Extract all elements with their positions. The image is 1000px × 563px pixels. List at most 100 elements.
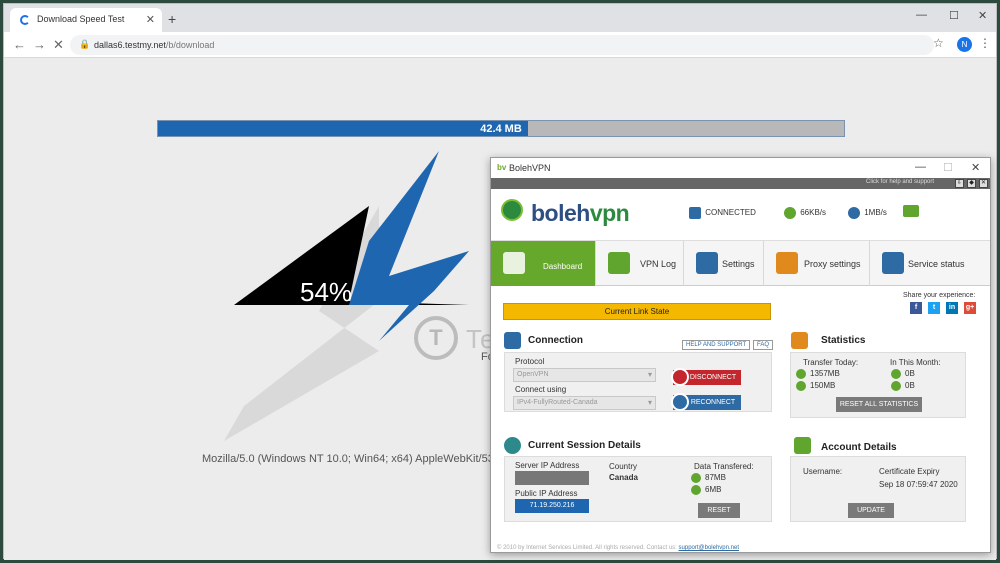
share-label: Share your experience: — [903, 292, 976, 299]
bolehvpn-logo-icon — [501, 199, 523, 221]
forward-icon[interactable]: → — [33, 37, 46, 52]
account-card[interactable] — [903, 205, 921, 217]
public-ip-label: Public IP Address — [515, 489, 578, 498]
tab-proxy-settings[interactable]: Proxy settings — [764, 241, 870, 287]
update-button[interactable]: UPDATE — [848, 503, 894, 518]
vpn-log-icon — [608, 252, 630, 274]
browser-tab[interactable]: Download Speed Test ✕ — [10, 8, 162, 32]
vpn-header: bolehvpn CONNECTED 66KB/s 1MB/s — [491, 189, 990, 240]
today-upload: 150MB — [796, 381, 835, 391]
session-upload: 6MB — [691, 485, 721, 495]
connection-panel: Protocol OpenVPN Connect using IPv4-Full… — [504, 352, 772, 412]
statistics-panel: Transfer Today: In This Month: 1357MB 15… — [790, 352, 966, 418]
support-email-link[interactable]: support@bolehvpn.net — [679, 545, 739, 551]
statistics-icon — [791, 332, 808, 349]
tab-service-status[interactable]: Service status — [870, 241, 990, 287]
tab-vpn-log[interactable]: VPN Log — [596, 241, 684, 287]
today-download: 1357MB — [796, 369, 840, 379]
loading-icon — [20, 15, 30, 25]
session-title: Current Session Details — [528, 440, 641, 451]
vpn-window-title: BolehVPN — [509, 163, 551, 173]
user-agent-text: Mozilla/5.0 (Windows NT 10.0; Win64; x64… — [202, 453, 494, 465]
upload-speed: 1MB/s — [848, 207, 887, 219]
tab-dashboard[interactable]: Dashboard — [491, 241, 596, 287]
session-download-value: 87MB — [705, 473, 726, 483]
month-download: 0B — [891, 369, 915, 379]
globe-icon — [891, 369, 901, 379]
globe-icon — [691, 485, 701, 495]
close-small-icon[interactable]: ✕ — [979, 179, 988, 188]
bookmark-star-icon[interactable]: ☆ — [933, 36, 944, 50]
account-panel: Username: Certificate Expiry Sep 18 07:5… — [790, 456, 966, 522]
today-upload-value: 150MB — [810, 381, 836, 391]
back-icon[interactable]: ← — [13, 37, 26, 52]
download-icon[interactable]: ⇩ — [955, 179, 964, 188]
vpn-titlebar: bv BolehVPN — ☐ ✕ — [491, 158, 990, 178]
upload-speed-value: 1MB/s — [864, 208, 887, 218]
vpn-minimize-button[interactable]: — — [915, 161, 926, 173]
statistics-title: Statistics — [821, 335, 866, 346]
profile-avatar[interactable]: N — [957, 37, 972, 52]
download-speed: 66KB/s — [784, 207, 826, 219]
percent-complete: 54% — [300, 277, 353, 307]
tab-close-icon[interactable]: ✕ — [146, 13, 155, 26]
copyright-text: © 2010 by Internet Services Limited. All… — [497, 545, 677, 551]
shield-icon[interactable]: ◆ — [967, 179, 976, 188]
brand-name: bolehvpn — [531, 200, 630, 227]
proxy-icon — [776, 252, 798, 274]
minimize-button[interactable]: — — [916, 9, 927, 21]
downloaded-amount: 42.4 MB — [480, 123, 522, 135]
current-link-state-button[interactable]: Current Link State — [503, 303, 771, 320]
maximize-button[interactable]: ☐ — [949, 9, 959, 22]
username-label: Username: — [803, 467, 843, 476]
vpn-maximize-button[interactable]: ☐ — [943, 161, 953, 174]
session-download: 87MB — [691, 473, 726, 483]
twitter-icon[interactable]: t — [928, 302, 940, 314]
google-plus-icon[interactable]: g+ — [964, 302, 976, 314]
protocol-select[interactable]: OpenVPN — [513, 368, 656, 382]
connect-using-select[interactable]: IPv4-FullyRouted-Canada — [513, 396, 656, 410]
reconnect-label: RECONNECT — [690, 399, 736, 406]
connection-title: Connection — [528, 335, 583, 346]
download-progress-bar: 42.4 MB — [157, 120, 845, 137]
today-download-value: 1357MB — [810, 369, 840, 379]
session-upload-value: 6MB — [705, 485, 722, 495]
month-upload: 0B — [891, 381, 915, 391]
tab-label: VPN Log — [640, 259, 677, 269]
stop-icon[interactable]: ✕ — [53, 37, 64, 53]
reset-session-button[interactable]: RESET — [698, 503, 740, 518]
server-ip-value — [515, 471, 589, 485]
disconnect-button[interactable]: DISCONNECT — [671, 368, 741, 386]
tab-strip: Download Speed Test ✕ + — ☐ ✕ — [4, 4, 996, 32]
protocol-label: Protocol — [515, 357, 545, 366]
menu-dots-icon[interactable]: ⋮ — [979, 36, 991, 50]
globe-icon — [891, 381, 901, 391]
help-link[interactable]: Click for help and support — [866, 179, 934, 185]
linkedin-icon[interactable]: in — [946, 302, 958, 314]
data-transfered-label: Data Transfered: — [694, 462, 754, 471]
vpn-tab-bar: Dashboard VPN Log Settings Proxy setting… — [491, 240, 990, 287]
brand-part-a: boleh — [531, 200, 590, 226]
disconnect-label: DISCONNECT — [689, 374, 737, 381]
account-icon — [794, 437, 811, 454]
lock-icon[interactable]: 🔒 — [79, 39, 90, 50]
address-bar[interactable]: 🔒 dallas6.testmy.net/b/download — [70, 35, 934, 55]
tab-settings[interactable]: Settings — [684, 241, 764, 287]
facebook-icon[interactable]: f — [910, 302, 922, 314]
vpn-close-button[interactable]: ✕ — [971, 161, 980, 174]
close-button[interactable]: ✕ — [978, 9, 987, 22]
id-card-icon — [903, 205, 919, 217]
certificate-expiry-value: Sep 18 07:59:47 2020 — [879, 480, 958, 489]
public-ip-value: 71.19.250.216 — [515, 499, 589, 513]
session-panel: Server IP Address Public IP Address 71.1… — [504, 456, 772, 522]
tab-title: Download Speed Test — [37, 14, 125, 24]
help-bar: Click for help and support ⇩ ◆ ✕ — [491, 178, 990, 189]
faq-button[interactable]: FAQ — [753, 340, 774, 350]
country-label: Country — [609, 462, 638, 471]
reset-all-statistics-button[interactable]: RESET ALL STATISTICS — [836, 397, 922, 412]
reconnect-button[interactable]: RECONNECT — [671, 393, 741, 411]
tab-label: Dashboard — [543, 262, 583, 271]
help-and-support-button[interactable]: HELP AND SUPPORT — [682, 340, 751, 350]
new-tab-button[interactable]: + — [168, 11, 176, 27]
dashboard-icon — [503, 252, 525, 274]
